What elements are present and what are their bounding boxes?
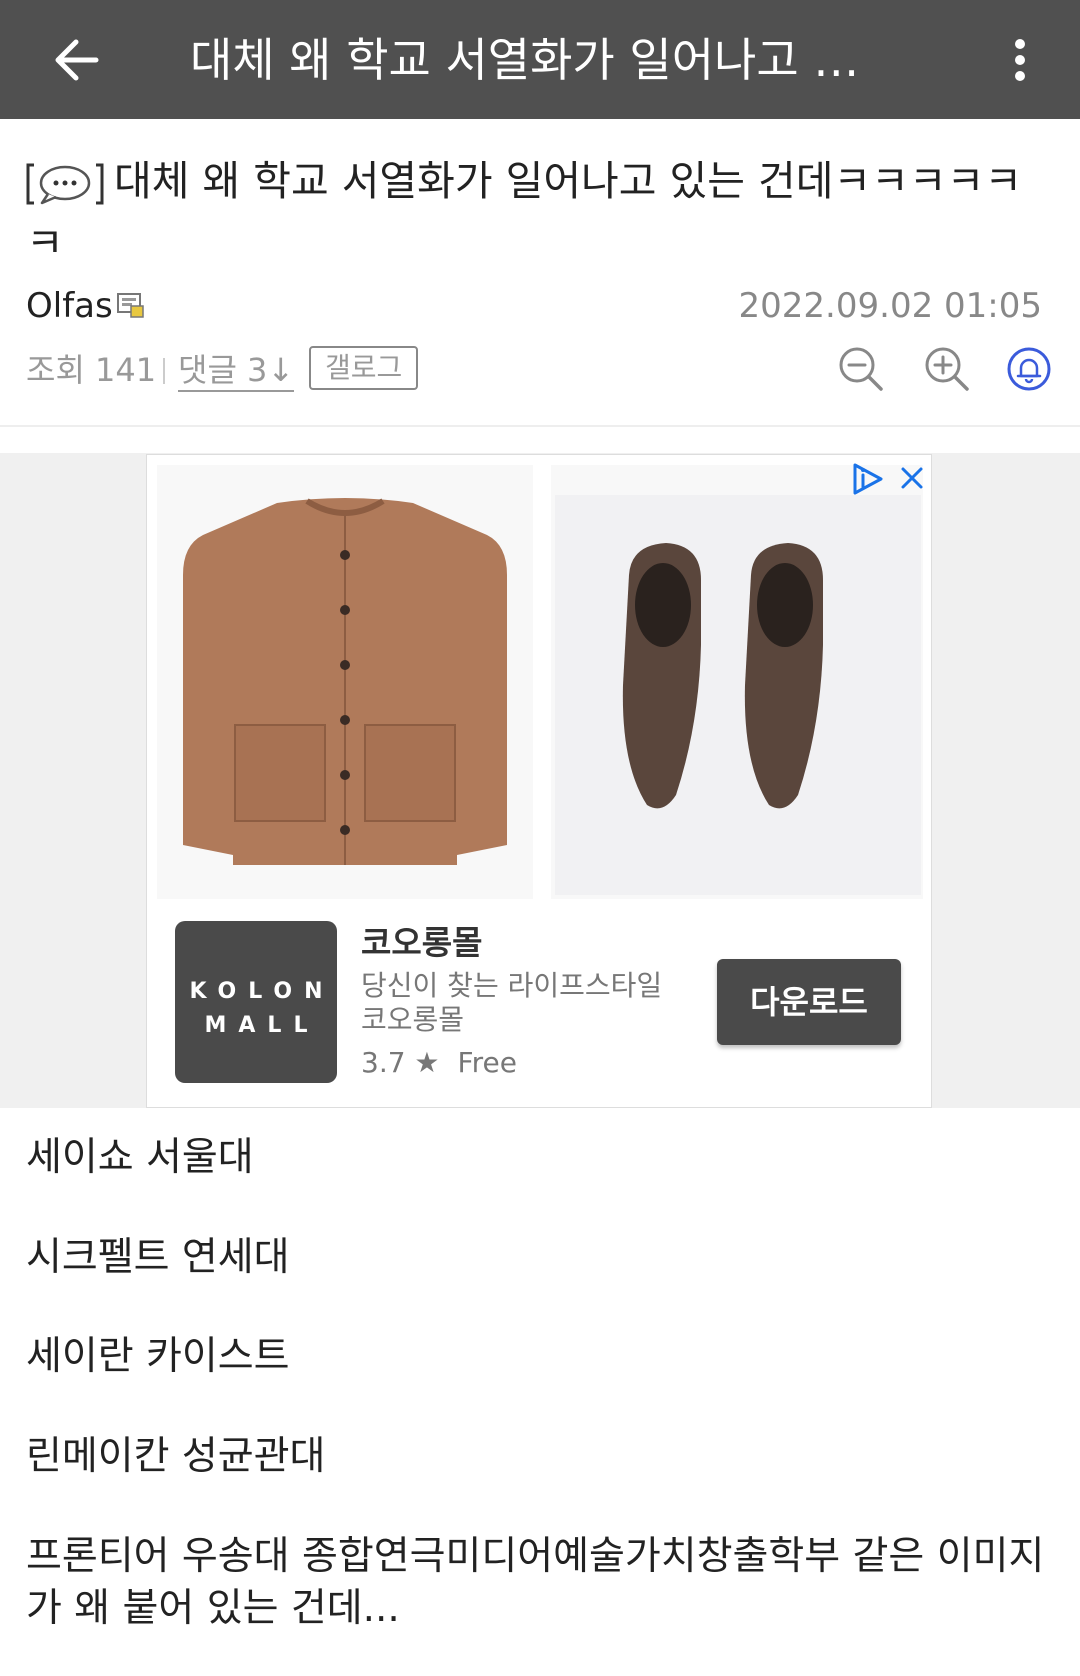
app-bar-title: 대체 왜 학교 서열화가 일어나고 있는 건데ㅋㅋㅋㅋㅋㅋ bbox=[190, 33, 890, 87]
meta-divider bbox=[163, 358, 165, 384]
body-line: 프론티어 우송대 종합연극미디어예술가치창출학부 같은 이미지가 왜 붙어 있는… bbox=[26, 1534, 1045, 1631]
view-count: 조회 141 bbox=[26, 351, 157, 389]
app-bar: 대체 왜 학교 서열화가 일어나고 있는 건데ㅋㅋㅋㅋㅋㅋ bbox=[0, 0, 1080, 119]
post-title-text: 대체 왜 학교 서열화가 일어나고 있는 건데ㅋㅋㅋㅋㅋㅋ bbox=[26, 157, 1023, 267]
comment-count-link[interactable]: 댓글 3↓ bbox=[178, 344, 295, 392]
kolon-mall-logo[interactable]: KOLON MALL bbox=[175, 921, 337, 1083]
download-button[interactable]: 다운로드 bbox=[717, 959, 901, 1045]
ad-description: 당신이 찾는 라이프스타일 코오롱몰 bbox=[361, 969, 663, 1036]
post-meta-row: 조회 141 댓글 3↓ 갤로그 bbox=[26, 344, 1056, 396]
header-divider bbox=[0, 425, 1080, 427]
arrow-left-icon[interactable] bbox=[48, 30, 108, 90]
author-row: Olfas 2022.09.02 01:05 bbox=[26, 282, 1046, 330]
fixed-nick-icon bbox=[116, 290, 146, 324]
body-line: 시크펠트 연세대 bbox=[26, 1235, 290, 1280]
speech-bubble-icon bbox=[26, 159, 104, 209]
ad-rating: 3.7 ★ Free bbox=[361, 1045, 517, 1081]
zoom-in-icon[interactable] bbox=[924, 346, 970, 392]
body-line: 세이쇼 서울대 bbox=[26, 1135, 254, 1180]
close-icon[interactable] bbox=[895, 461, 929, 497]
zoom-out-icon[interactable] bbox=[838, 346, 884, 392]
post-date: 2022.09.02 01:05 bbox=[738, 286, 1042, 326]
author-name[interactable]: Olfas bbox=[26, 282, 113, 330]
ad-card[interactable]: KOLON MALL 코오롱몰 당신이 찾는 라이프스타일 코오롱몰 3.7 ★… bbox=[146, 454, 932, 1108]
bell-icon[interactable] bbox=[1006, 346, 1052, 392]
ad-price: Free bbox=[457, 1046, 517, 1079]
cardigan-image[interactable] bbox=[157, 465, 533, 899]
body-line: 린메이칸 성균관대 bbox=[26, 1434, 326, 1479]
more-vertical-icon[interactable] bbox=[1000, 30, 1040, 90]
gallog-button[interactable]: 갤로그 bbox=[309, 346, 419, 390]
ad-app-name[interactable]: 코오롱몰 bbox=[361, 921, 482, 965]
ad-choices-icon[interactable] bbox=[847, 461, 887, 497]
suede-shoes-image[interactable] bbox=[551, 465, 923, 899]
post-title: 대체 왜 학교 서열화가 일어나고 있는 건데ㅋㅋㅋㅋㅋㅋ bbox=[26, 150, 1056, 274]
ad-rating-value: 3.7 ★ bbox=[361, 1046, 440, 1079]
body-line: 세이란 카이스트 bbox=[26, 1334, 290, 1379]
